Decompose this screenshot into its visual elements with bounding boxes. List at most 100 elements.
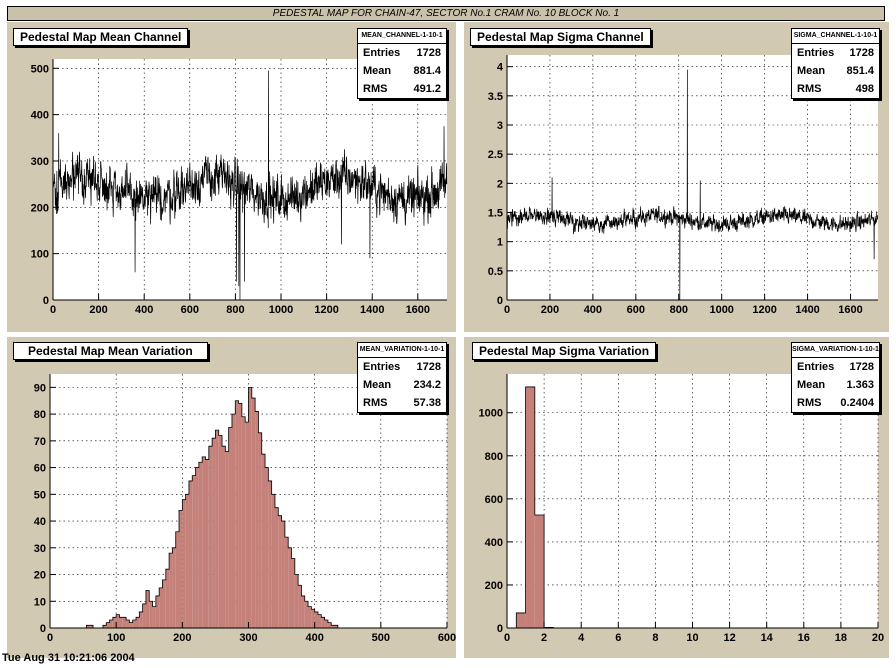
histogram-bar [525, 386, 535, 628]
histogram-bar [142, 603, 146, 628]
x-tick-label: 600 [438, 632, 456, 644]
stats-box: MEAN_VARIATION-1-10-1 Entries 1728 Mean 23… [357, 342, 447, 413]
x-tick-label: 200 [89, 304, 107, 316]
y-tick-label: 200 [485, 580, 503, 592]
y-tick-label: 300 [31, 156, 49, 168]
x-tick-label: 16 [798, 632, 810, 644]
histogram-bar [169, 553, 173, 628]
stats-mean: 881.4 [413, 65, 441, 77]
stats-mean: 851.4 [846, 65, 874, 77]
histogram-bar [202, 456, 206, 628]
x-tick-label: 100 [107, 632, 125, 644]
histogram-bar [301, 595, 305, 628]
y-tick-label: 30 [34, 543, 46, 555]
histogram-bar [175, 531, 180, 628]
x-tick-label: 600 [181, 304, 199, 316]
chart-title: Pedestal Map Sigma Channel [470, 28, 651, 46]
y-tick-label: 10 [34, 596, 46, 608]
histogram-bar [188, 480, 193, 628]
histogram-bar [261, 454, 266, 628]
x-tick-label: 1400 [795, 304, 819, 316]
histogram-bar [149, 601, 153, 628]
x-tick-label: 200 [541, 304, 559, 316]
x-tick-label: 4 [578, 632, 585, 644]
y-tick-label: 0 [43, 295, 49, 307]
y-tick-label: 50 [34, 489, 46, 501]
histogram-bar [534, 514, 545, 628]
y-tick-label: 500 [31, 63, 49, 75]
histogram-bar [274, 507, 279, 628]
stats-mean-label: Mean [797, 65, 826, 77]
histogram-bar [136, 617, 140, 628]
histogram-bar [132, 619, 137, 628]
histogram-bar [268, 480, 272, 628]
x-tick-label: 1200 [314, 304, 338, 316]
stats-rms-label: RMS [363, 397, 388, 409]
stats-entries-label: Entries [363, 361, 401, 373]
histogram-bar [225, 451, 229, 628]
stats-entries-label: Entries [797, 47, 835, 59]
histogram-bar [251, 398, 256, 628]
x-tick-label: 1400 [360, 304, 384, 316]
x-tick-label: 800 [670, 304, 688, 316]
x-tick-label: 0 [50, 304, 56, 316]
x-tick-label: 200 [173, 632, 191, 644]
x-tick-label: 14 [761, 632, 774, 644]
y-tick-label: 60 [34, 463, 46, 475]
histogram-bar [235, 400, 239, 628]
y-tick-label: 0.5 [488, 266, 503, 278]
stats-entries: 1728 [416, 361, 441, 373]
histogram-bar [159, 587, 163, 628]
x-tick-label: 800 [226, 304, 244, 316]
x-tick-label: 8 [652, 632, 658, 644]
histogram-bar [265, 467, 269, 628]
x-tick-label: 1200 [752, 304, 776, 316]
histogram-bar [218, 435, 223, 628]
stats-box: MEAN_CHANNEL-1-10-1 Entries 1728 Mean 881.… [357, 28, 447, 99]
histogram-bar [179, 510, 183, 628]
stats-name: SIGMA_CHANNEL-1-10-1 [792, 29, 879, 44]
y-tick-label: 1.5 [488, 208, 503, 220]
stats-entries: 1728 [416, 47, 441, 59]
timestamp: Tue Aug 31 10:21:06 2004 [2, 652, 135, 664]
histogram-bar [258, 432, 262, 628]
x-tick-label: 6 [615, 632, 621, 644]
stats-entries: 1728 [849, 47, 874, 59]
histogram-bar [145, 590, 150, 628]
histogram-bar [228, 427, 232, 628]
x-tick-label: 1000 [709, 304, 733, 316]
histogram-bar [106, 622, 110, 628]
y-tick-label: 70 [34, 436, 46, 448]
y-tick-label: 400 [31, 110, 49, 122]
y-tick-label: 400 [485, 537, 503, 549]
histogram-bar [195, 467, 199, 628]
histogram-bar [205, 459, 209, 628]
y-tick-label: 0 [497, 623, 503, 635]
y-tick-label: 90 [34, 382, 46, 394]
y-tick-label: 20 [34, 570, 46, 582]
stats-entries-label: Entries [363, 47, 401, 59]
y-tick-label: 0 [40, 623, 46, 635]
y-tick-label: 1000 [479, 408, 503, 420]
histogram-bar [198, 462, 203, 628]
histogram-bar [248, 387, 252, 628]
stats-box: SIGMA_CHANNEL-1-10-1 Entries 1728 Mean 851… [791, 28, 880, 99]
y-tick-label: 100 [31, 249, 49, 261]
y-tick-label: 800 [485, 451, 503, 463]
x-tick-label: 400 [584, 304, 602, 316]
y-tick-label: 2.5 [488, 149, 503, 161]
y-tick-label: 600 [485, 494, 503, 506]
x-tick-label: 1600 [838, 304, 862, 316]
histogram-bar [294, 574, 299, 628]
histogram-bar [255, 411, 259, 628]
y-tick-label: 3 [497, 120, 503, 132]
histogram-bar [281, 521, 285, 628]
histogram-bar [308, 606, 312, 628]
histogram-bar [119, 617, 123, 628]
histogram-bar [165, 569, 170, 628]
chart-title: Pedestal Map Sigma Variation [472, 342, 657, 360]
x-tick-label: 12 [723, 632, 735, 644]
histogram-bar [284, 537, 289, 628]
y-tick-label: 200 [31, 202, 49, 214]
x-tick-label: 20 [872, 632, 884, 644]
